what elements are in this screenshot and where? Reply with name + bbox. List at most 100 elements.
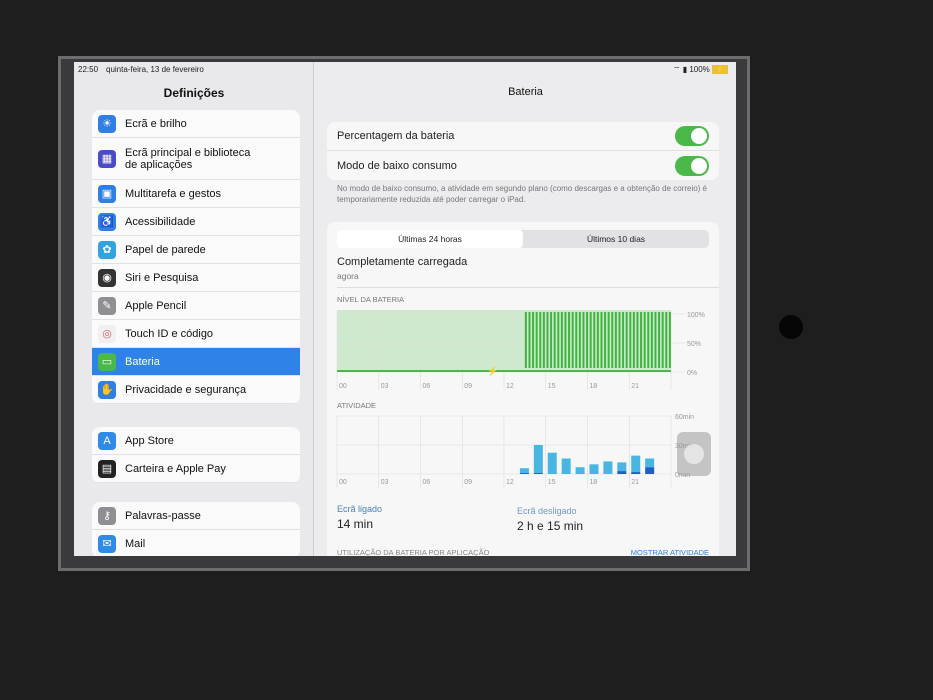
settings-group: A App Store ▤ Carteira e Apple Pay [92,427,300,483]
battery-level-bar [560,312,563,368]
sidebar-item-label: Papel de parede [125,243,206,256]
battery-level-bar [604,312,607,368]
battery-level-bar [528,312,531,368]
activity-bar-screen-off [631,455,641,473]
pencil-icon: ✎ [98,296,116,315]
battery-level-bar [582,312,585,368]
sidebar-item[interactable]: ▣ Multitarefa e gestos [92,180,300,208]
y-tick-label: 100% [687,312,705,319]
toggles-card: Percentagem da bateria Modo de baixo con… [327,122,719,180]
ipad-screen: 22:50 quinta-feira, 13 de fevereiro Defi… [74,62,736,556]
battery-level-bar [607,312,610,368]
status-battery: ⌔ ▮ 100% ⚡ [673,65,728,75]
sidebar-item-label: Mail [125,537,146,550]
battery-icon: ▭ [98,352,116,371]
sun-icon: ☀ [98,114,116,133]
sidebar: 22:50 quinta-feira, 13 de fevereiro Defi… [74,62,314,556]
battery-level-bar [654,312,657,368]
battery-level-bar [647,312,650,368]
battery-level-bar [586,312,589,368]
battery-level-bar [535,312,538,368]
sidebar-item[interactable]: ⚷ Palavras-passe [92,502,300,530]
battery-level-bar [542,312,545,368]
charged-time: agora [337,271,359,281]
assistive-touch-icon [684,444,704,464]
sidebar-item[interactable]: ✎ Apple Pencil [92,292,300,320]
x-tick-label: 00 [339,479,347,486]
screen-on-label: Ecrã ligado [337,504,383,514]
activity-bar-screen-on [631,472,641,474]
activity-bar-screen-on [645,467,655,474]
battery-level-bar [589,312,592,368]
activity-bar-screen-on [533,473,543,474]
x-tick-label: 09 [464,383,472,390]
activity-bar-screen-off [519,468,529,474]
usage-card: Últimas 24 horas Últimos 10 dias Complet… [327,222,719,556]
show-activity-link[interactable]: MOSTRAR ATIVIDADE [631,548,709,556]
x-tick-label: 06 [423,479,431,486]
sidebar-item[interactable]: ✿ Papel de parede [92,236,300,264]
battery-level-bar [622,312,625,368]
battery-level-bar [650,312,653,368]
battery-level-bar [632,312,635,368]
multitask-icon: ▣ [98,184,116,203]
y-tick-label: 60min [675,414,694,421]
settings-group: ⚷ Palavras-passe ✉ Mail [92,502,300,556]
battery-level-bar [575,312,578,368]
battery-level-bar [618,312,621,368]
battery-level-bar [636,312,639,368]
sidebar-item[interactable]: ▦ Ecrã principal e biblioteca de aplicaçõ… [92,138,300,180]
activity-bar-screen-off [547,452,557,474]
sidebar-item[interactable]: ♿ Acessibilidade [92,208,300,236]
battery-level-bar [578,312,581,368]
battery-percentage-toggle[interactable] [675,126,709,146]
battery-level-bar [553,312,556,368]
battery-level-bar [658,312,661,368]
battery-level-bar [550,312,553,368]
battery-chart-title: NÍVEL DA BATERIA [337,295,404,304]
sidebar-item[interactable]: ◉ Siri e Pesquisa [92,264,300,292]
sidebar-item[interactable]: A App Store [92,427,300,455]
sidebar-item[interactable]: ☀ Ecrã e brilho [92,110,300,138]
battery-level-bar [571,312,574,368]
screen-off-value: 2 h e 15 min [517,519,584,533]
charging-bolt-icon: ⚡ [487,365,498,377]
activity-bar-screen-off [561,458,571,474]
battery-level-bar [532,312,535,368]
battery-level-bar [593,312,596,368]
wallet-icon: ▤ [98,459,116,478]
appstore-icon: A [98,431,116,450]
usage-header: UTILIZAÇÃO DA BATERIA POR APLICAÇÃO [337,548,490,556]
x-tick-label: 21 [631,479,639,486]
screen-on-stat: Ecrã ligado 14 min [337,504,382,531]
battery-level-bar [568,312,571,368]
battery-level-bar [625,312,628,368]
battery-level-bar [600,312,603,368]
x-tick-label: 00 [339,383,347,390]
activity-bar-screen-off [589,464,599,474]
sidebar-item[interactable]: ▭ Bateria [92,348,300,376]
low-power-row: Modo de baixo consumo [327,151,719,180]
hand-icon: ✋ [98,380,116,399]
tab-10-days[interactable]: Últimos 10 dias [523,230,709,248]
x-tick-label: 03 [381,383,389,390]
battery-level-baseline [337,370,671,372]
sidebar-item-label: App Store [125,434,174,447]
x-tick-label: 12 [506,383,514,390]
sidebar-item[interactable]: ▤ Carteira e Apple Pay [92,455,300,483]
sidebar-item[interactable]: ✉ Mail [92,530,300,556]
low-power-toggle[interactable] [675,155,709,176]
battery-level-bar [564,312,567,368]
battery-level-bar [629,312,632,368]
battery-charts: NÍVEL DA BATERIA 100% 50% 0% ⚡ 00 03 06 09 12 15 18… [336,295,711,488]
sidebar-item-label: Touch ID e código [125,327,214,340]
sidebar-title: Definições [163,86,225,100]
sidebar-item[interactable]: ◎ Touch ID e código [92,320,300,348]
x-tick-label: 06 [423,383,431,390]
key-icon: ⚷ [98,506,116,525]
sidebar-item[interactable]: ✋ Privacidade e segurança [92,376,300,404]
sidebar-item-label: Ecrã principal e biblioteca de aplicaçõe… [125,146,251,171]
tab-24-hours[interactable]: Últimas 24 horas [337,230,523,248]
status-date: quinta-feira, 13 de fevereiro [106,65,204,74]
battery-level-bar [668,312,671,368]
